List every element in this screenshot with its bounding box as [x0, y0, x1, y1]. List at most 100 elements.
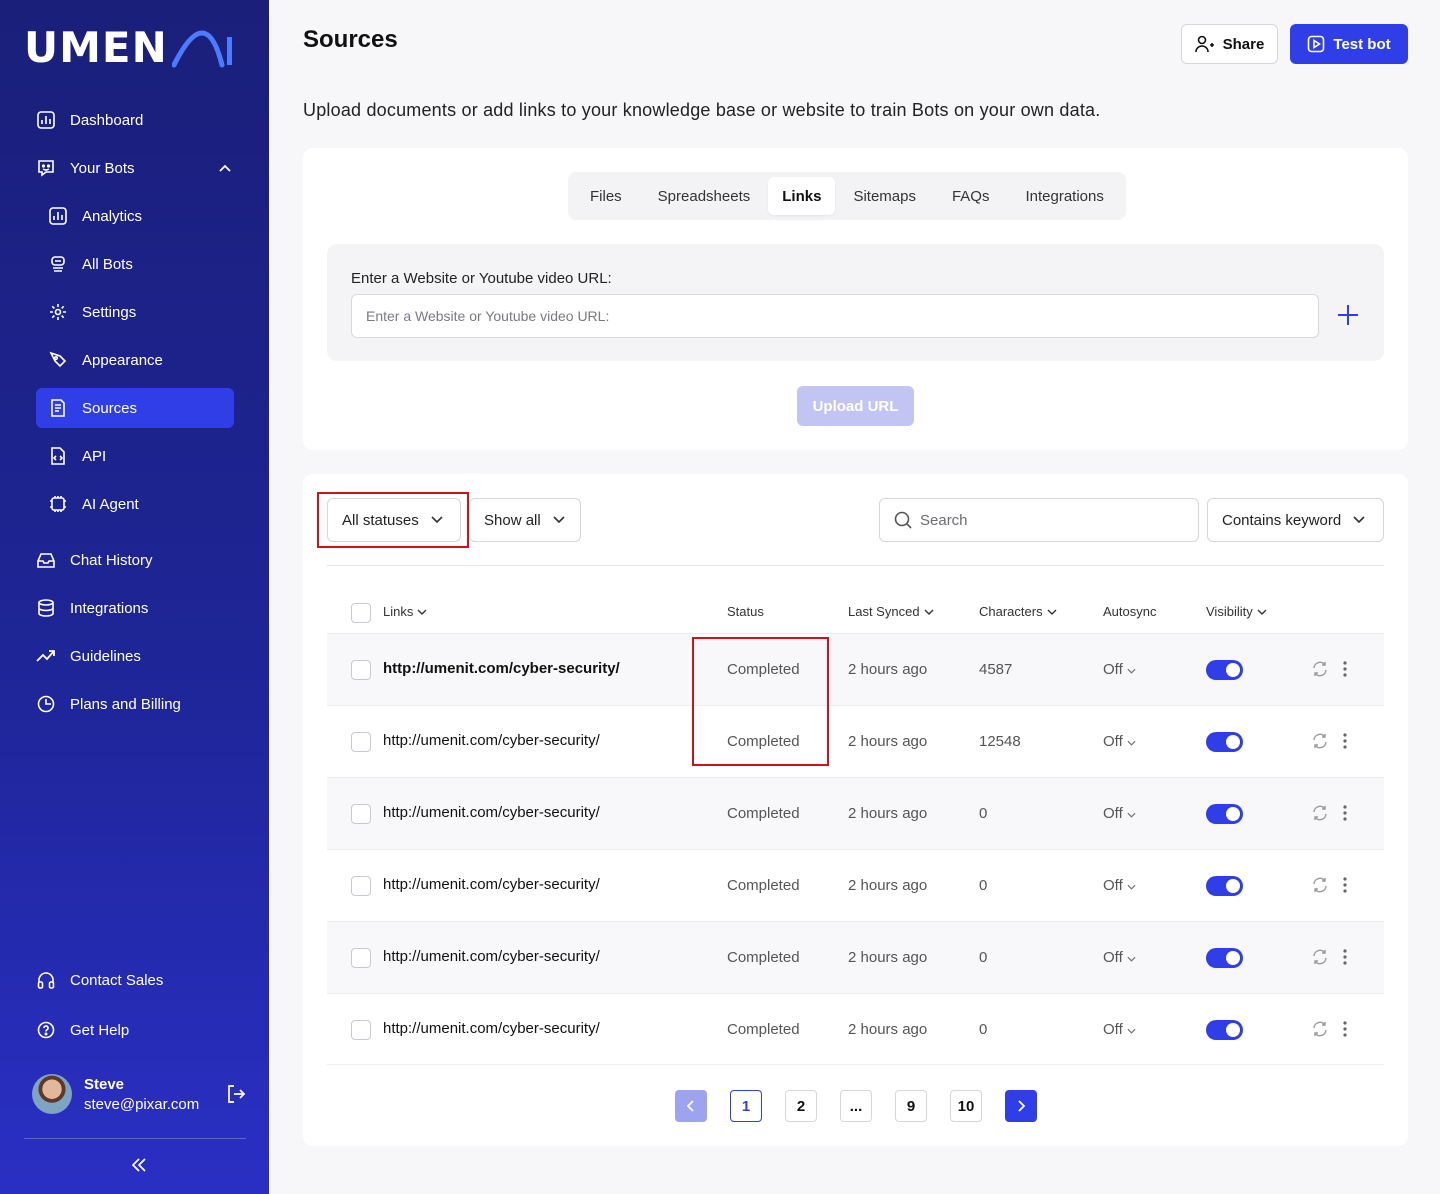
refresh-icon[interactable]: [1312, 661, 1328, 677]
more-options-icon[interactable]: [1343, 733, 1347, 749]
refresh-icon[interactable]: [1312, 877, 1328, 893]
sidebar-item-label: Settings: [82, 303, 137, 321]
row-checkbox[interactable]: [351, 948, 371, 968]
row-checkbox[interactable]: [351, 732, 371, 752]
chevron-down-icon: [924, 609, 934, 615]
visibility-toggle[interactable]: [1206, 948, 1243, 968]
sidebar-item-analytics[interactable]: Analytics: [48, 196, 234, 236]
row-link[interactable]: http://umenit.com/cyber-security/: [383, 804, 600, 821]
tab-sitemaps[interactable]: Sitemaps: [835, 177, 934, 215]
column-header-last-synced[interactable]: Last Synced: [848, 604, 934, 619]
row-autosync-dropdown[interactable]: Off: [1103, 877, 1136, 894]
row-autosync-dropdown[interactable]: Off: [1103, 949, 1136, 966]
tab-links[interactable]: Links: [768, 177, 836, 215]
row-link[interactable]: http://umenit.com/cyber-security/: [383, 948, 600, 965]
pagination-page-10[interactable]: 10: [950, 1090, 982, 1122]
row-link[interactable]: http://umenit.com/cyber-security/: [383, 876, 600, 893]
row-link[interactable]: http://umenit.com/cyber-security/: [383, 1020, 600, 1037]
show-filter-dropdown[interactable]: Show all: [469, 498, 581, 542]
more-options-icon[interactable]: [1343, 805, 1347, 821]
row-checkbox[interactable]: [351, 804, 371, 824]
search-input[interactable]: [920, 511, 1180, 529]
share-button[interactable]: Share: [1181, 24, 1278, 64]
row-last-synced: 2 hours ago: [848, 661, 928, 678]
sidebar-item-integrations[interactable]: Integrations: [36, 588, 246, 628]
visibility-toggle[interactable]: [1206, 660, 1243, 680]
url-input[interactable]: [351, 294, 1319, 338]
sidebar-item-contact-sales[interactable]: Contact Sales: [36, 960, 246, 1000]
sidebar-item-guidelines[interactable]: Guidelines: [36, 636, 246, 676]
pagination-page-2[interactable]: 2: [785, 1090, 817, 1122]
column-header-autosync: Autosync: [1103, 604, 1156, 619]
upload-url-button[interactable]: Upload URL: [797, 386, 914, 426]
pagination-prev-button[interactable]: [675, 1090, 707, 1122]
column-header-characters[interactable]: Characters: [979, 604, 1057, 619]
collapse-sidebar-icon[interactable]: [130, 1156, 148, 1174]
more-options-icon[interactable]: [1343, 877, 1347, 893]
sidebar-item-dashboard[interactable]: Dashboard: [36, 100, 246, 140]
row-link[interactable]: http://umenit.com/cyber-security/: [383, 732, 600, 749]
sidebar-item-chat-history[interactable]: Chat History: [36, 540, 246, 580]
sidebar-item-appearance[interactable]: Appearance: [48, 340, 234, 380]
sidebar-item-ai-agent[interactable]: AI Agent: [48, 484, 234, 524]
source-tabs: Files Spreadsheets Links Sitemaps FAQs I…: [568, 172, 1126, 220]
row-characters: 0: [979, 949, 988, 966]
pagination-page-9[interactable]: 9: [895, 1090, 927, 1122]
refresh-icon[interactable]: [1312, 805, 1328, 821]
row-autosync-dropdown[interactable]: Off: [1103, 661, 1136, 678]
visibility-toggle[interactable]: [1206, 732, 1243, 752]
select-all-checkbox[interactable]: [351, 603, 371, 623]
visibility-toggle[interactable]: [1206, 1020, 1243, 1040]
table-row: http://umenit.com/cyber-security/ Comple…: [327, 633, 1384, 705]
chevron-left-icon: [687, 1100, 694, 1112]
refresh-icon[interactable]: [1312, 1021, 1328, 1037]
row-checkbox[interactable]: [351, 876, 371, 896]
row-checkbox[interactable]: [351, 660, 371, 680]
upload-card: Files Spreadsheets Links Sitemaps FAQs I…: [303, 148, 1408, 450]
sidebar-item-label: Dashboard: [70, 111, 144, 129]
sidebar-item-label: API: [82, 447, 107, 465]
plus-icon[interactable]: [1337, 304, 1359, 326]
column-header-links[interactable]: Links: [383, 604, 427, 619]
column-header-label: Characters: [979, 604, 1043, 619]
row-autosync-dropdown[interactable]: Off: [1103, 733, 1136, 750]
chevron-up-icon[interactable]: [218, 163, 232, 173]
chevron-down-icon: [1127, 740, 1136, 746]
sidebar-item-api[interactable]: API: [48, 436, 234, 476]
share-label: Share: [1222, 35, 1265, 53]
visibility-toggle[interactable]: [1206, 876, 1243, 896]
tab-spreadsheets[interactable]: Spreadsheets: [640, 177, 769, 215]
sidebar-item-settings[interactable]: Settings: [48, 292, 234, 332]
sidebar-divider: [24, 1138, 246, 1139]
add-user-icon: [1194, 35, 1214, 53]
tab-files[interactable]: Files: [572, 177, 640, 215]
row-checkbox[interactable]: [351, 1020, 371, 1040]
sidebar-item-your-bots[interactable]: Your Bots: [36, 148, 246, 188]
pagination-page-1[interactable]: 1: [730, 1090, 762, 1122]
more-options-icon[interactable]: [1343, 1021, 1347, 1037]
sidebar-item-plans-billing[interactable]: Plans and Billing: [36, 684, 246, 724]
refresh-icon[interactable]: [1312, 949, 1328, 965]
sidebar-item-all-bots[interactable]: All Bots: [48, 244, 234, 284]
sidebar-item-sources[interactable]: Sources: [36, 388, 234, 428]
row-status: Completed: [727, 805, 800, 822]
show-filter-value: Show all: [484, 511, 541, 529]
tab-integrations[interactable]: Integrations: [1007, 177, 1121, 215]
logout-icon[interactable]: [226, 1084, 246, 1104]
column-header-visibility[interactable]: Visibility: [1206, 604, 1267, 619]
row-autosync-dropdown[interactable]: Off: [1103, 1021, 1136, 1038]
test-bot-button[interactable]: Test bot: [1290, 24, 1408, 64]
search-box[interactable]: [879, 498, 1199, 542]
chevron-down-icon: [1047, 609, 1057, 615]
row-link[interactable]: http://umenit.com/cyber-security/: [383, 660, 620, 677]
refresh-icon[interactable]: [1312, 733, 1328, 749]
sidebar-item-get-help[interactable]: Get Help: [36, 1010, 246, 1050]
row-autosync-dropdown[interactable]: Off: [1103, 805, 1136, 822]
url-panel: Enter a Website or Youtube video URL:: [327, 244, 1384, 361]
pagination-next-button[interactable]: [1005, 1090, 1037, 1122]
match-mode-dropdown[interactable]: Contains keyword: [1207, 498, 1384, 542]
more-options-icon[interactable]: [1343, 661, 1347, 677]
tab-faqs[interactable]: FAQs: [934, 177, 1008, 215]
visibility-toggle[interactable]: [1206, 804, 1243, 824]
more-options-icon[interactable]: [1343, 949, 1347, 965]
